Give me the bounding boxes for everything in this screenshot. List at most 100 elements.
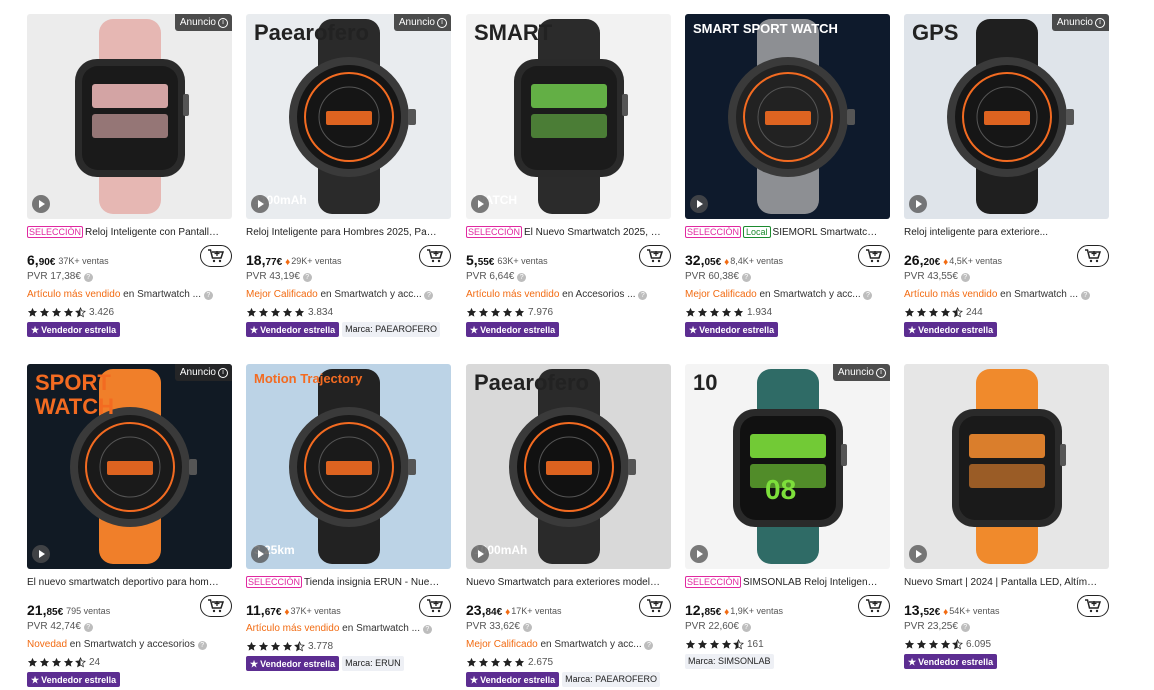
star-icon <box>904 307 915 317</box>
play-video-icon[interactable] <box>32 195 50 213</box>
help-icon[interactable]: ? <box>644 641 654 650</box>
reference-price-text: PVR 23,25€ <box>904 621 958 632</box>
product-title[interactable]: SELECCIÓN Local SIEMORL Smartwatch p... <box>685 226 880 239</box>
category-line[interactable]: Artículo más vendido en Smartwatch ... ? <box>246 622 441 636</box>
brand-badge[interactable]: Marca: SIMSONLAB <box>685 654 774 669</box>
add-to-cart-button[interactable] <box>200 595 232 617</box>
play-video-icon[interactable] <box>251 545 269 563</box>
help-icon[interactable]: ? <box>197 641 207 650</box>
help-icon[interactable]: ? <box>863 291 873 300</box>
product-title[interactable]: SELECCIÓN SIMSONLAB Reloj Inteligente c..… <box>685 576 880 589</box>
ranking-highlight: Artículo más vendido <box>466 289 560 300</box>
product-title[interactable]: SELECCIÓN El Nuevo Smartwatch 2025, un... <box>466 226 661 239</box>
add-to-cart-button[interactable] <box>858 245 890 267</box>
add-to-cart-button[interactable] <box>200 245 232 267</box>
help-icon[interactable]: ? <box>203 291 213 300</box>
category-line[interactable]: Novedad en Smartwatch y accesorios ? <box>27 638 222 652</box>
info-icon[interactable]: i <box>218 367 228 378</box>
help-icon[interactable]: ? <box>83 623 93 632</box>
play-video-icon[interactable] <box>909 545 927 563</box>
product-card[interactable]: SMART WATCH SELECCIÓN El Nuevo Smartwatch 2… <box>466 14 673 337</box>
add-to-cart-button[interactable] <box>1077 245 1109 267</box>
rating-count: 3.426 <box>89 306 115 318</box>
product-card[interactable]: Nuevo Smart | 2024 | Pantalla LED, Altím… <box>904 364 1111 669</box>
rating-stars: 3.834 <box>246 305 453 319</box>
product-card[interactable]: SMART SPORT WATCH SELECCIÓN Local SIEMORL S… <box>685 14 892 337</box>
product-image-frame[interactable]: Anuncio i <box>27 14 232 219</box>
add-to-cart-button[interactable] <box>639 595 671 617</box>
info-icon[interactable]: i <box>1095 17 1105 28</box>
image-headline: Paearofero <box>254 20 369 45</box>
play-video-icon[interactable] <box>471 545 489 563</box>
product-card[interactable]: Anuncio i SELECCIÓN Reloj Inteligente con P… <box>27 14 234 337</box>
play-video-icon[interactable] <box>690 545 708 563</box>
info-icon[interactable]: i <box>437 17 447 28</box>
product-card[interactable]: 10 08 Anuncio i SELECCIÓN SIMSONLAB Reloj Int… <box>685 364 892 669</box>
help-icon[interactable]: ? <box>1080 291 1090 300</box>
product-card[interactable]: Paearofero 1100mAh Anuncio i Reloj Inteligen… <box>246 14 453 337</box>
product-title[interactable]: Nuevo Smartwatch para exteriores modelo.… <box>466 576 661 589</box>
product-title[interactable]: Reloj Inteligente para Hombres 2025, Pan… <box>246 226 441 239</box>
product-card[interactable]: GPS Anuncio i Reloj inteligente para exteri… <box>904 14 1111 337</box>
product-title[interactable]: Reloj inteligente para exteriore... <box>904 226 1099 239</box>
help-icon[interactable]: ? <box>960 273 970 282</box>
add-to-cart-button[interactable] <box>1077 595 1109 617</box>
product-title[interactable]: Nuevo Smart | 2024 | Pantalla LED, Altím… <box>904 576 1099 589</box>
star-icon <box>258 307 269 317</box>
product-image-frame[interactable]: Motion Trajectory 3.25km <box>246 364 451 569</box>
help-icon[interactable]: ? <box>83 273 93 282</box>
product-image-frame[interactable] <box>904 364 1109 569</box>
seller-badges: ★ Vendedor estrella <box>466 322 673 337</box>
product-image-frame[interactable]: GPS Anuncio i <box>904 14 1109 219</box>
add-to-cart-button[interactable] <box>639 245 671 267</box>
help-icon[interactable]: ? <box>741 273 751 282</box>
cart-plus-icon <box>866 249 883 263</box>
help-icon[interactable]: ? <box>302 273 312 282</box>
product-image-frame[interactable]: SPORT WATCH Anuncio i <box>27 364 232 569</box>
play-video-icon[interactable] <box>32 545 50 563</box>
help-icon[interactable]: ? <box>422 625 432 634</box>
info-icon[interactable]: i <box>876 367 886 378</box>
brand-badge[interactable]: Marca: PAEAROFERO <box>342 322 440 337</box>
seller-badges: Marca: SIMSONLAB <box>685 654 892 669</box>
product-card[interactable]: Motion Trajectory 3.25km SELECCIÓN Tienda i… <box>246 364 453 671</box>
info-icon[interactable]: i <box>218 17 228 28</box>
help-icon[interactable]: ? <box>741 623 751 632</box>
play-video-icon[interactable] <box>690 195 708 213</box>
help-icon[interactable]: ? <box>960 623 970 632</box>
cart-plus-icon <box>1085 599 1102 613</box>
product-title[interactable]: El nuevo smartwatch deportivo para homb.… <box>27 576 222 589</box>
image-headline: SMART <box>474 20 553 45</box>
play-video-icon[interactable] <box>471 195 489 213</box>
add-to-cart-button[interactable] <box>419 245 451 267</box>
category-line[interactable]: Mejor Calificado en Smartwatch y acc... … <box>246 288 441 302</box>
product-image-frame[interactable]: Paearofero 1000mAh <box>466 364 671 569</box>
product-card[interactable]: Paearofero 1000mAh Nuevo Smartwatch para e… <box>466 364 673 687</box>
selection-badge: SELECCIÓN <box>27 226 84 238</box>
brand-badge[interactable]: Marca: PAEAROFERO <box>562 672 660 687</box>
category-line[interactable]: Mejor Calificado en Smartwatch y acc... … <box>466 638 661 652</box>
category-line[interactable]: Artículo más vendido en Smartwatch ... ? <box>27 288 222 302</box>
play-video-icon[interactable] <box>909 195 927 213</box>
star-icon <box>490 657 501 667</box>
product-title[interactable]: SELECCIÓN Tienda insignia ERUN - Nuevo ..… <box>246 576 441 589</box>
product-image-frame[interactable]: SMART WATCH <box>466 14 671 219</box>
product-image-frame[interactable]: Paearofero 1100mAh Anuncio i <box>246 14 451 219</box>
brand-badge[interactable]: Marca: ERUN <box>342 656 404 671</box>
category-line[interactable]: Mejor Calificado en Smartwatch y acc... … <box>685 288 880 302</box>
product-image-frame[interactable]: SMART SPORT WATCH <box>685 14 890 219</box>
star-icon <box>282 307 293 317</box>
add-to-cart-button[interactable] <box>419 595 451 617</box>
help-icon[interactable]: ? <box>638 291 648 300</box>
help-icon[interactable]: ? <box>517 273 527 282</box>
product-card[interactable]: SPORT WATCH Anuncio i El nuevo smartwatch de… <box>27 364 234 687</box>
price-decimal: 77€ <box>265 257 283 268</box>
help-icon[interactable]: ? <box>522 623 532 632</box>
category-line[interactable]: Artículo más vendido en Smartwatch ... ? <box>904 288 1099 302</box>
product-image-frame[interactable]: 10 08 Anuncio i <box>685 364 890 569</box>
category-line[interactable]: Artículo más vendido en Accesorios ... ? <box>466 288 661 302</box>
product-title[interactable]: SELECCIÓN Reloj Inteligente con Pantalla … <box>27 226 222 239</box>
play-video-icon[interactable] <box>251 195 269 213</box>
add-to-cart-button[interactable] <box>858 595 890 617</box>
help-icon[interactable]: ? <box>424 291 434 300</box>
